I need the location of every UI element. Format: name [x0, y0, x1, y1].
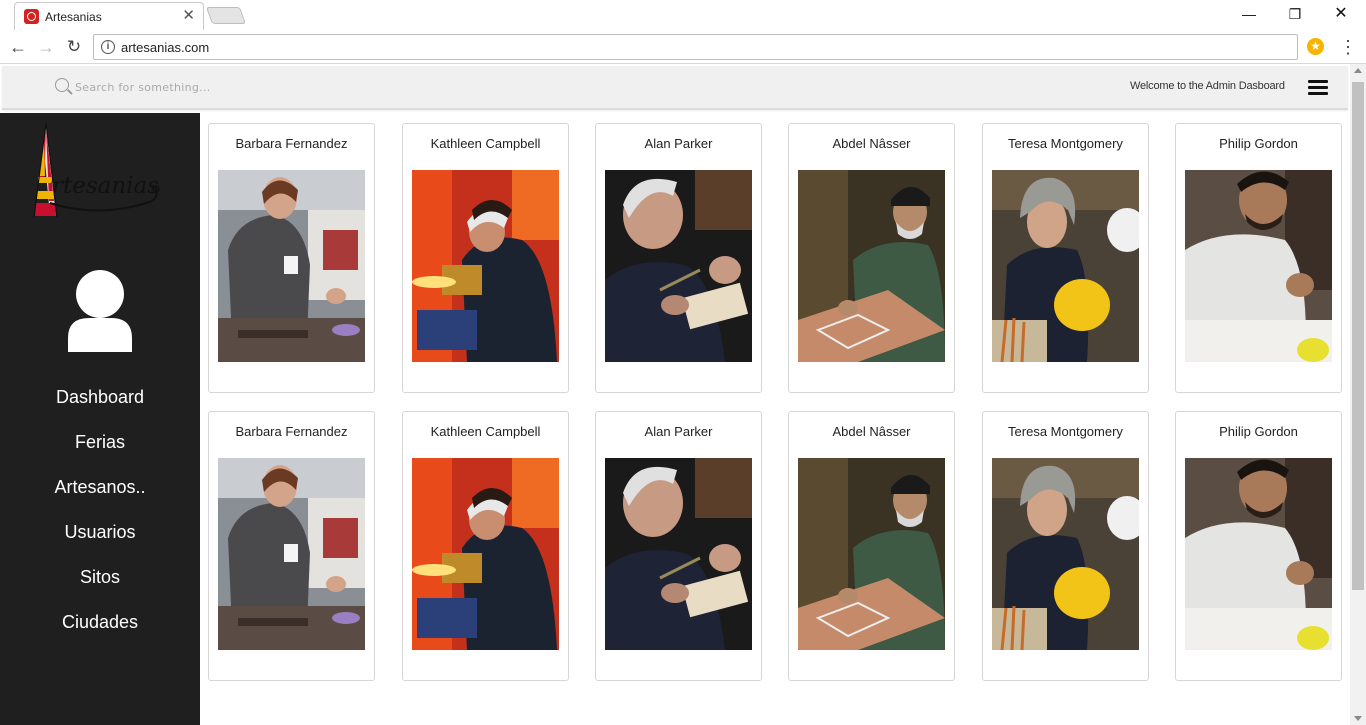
artisan-card[interactable]: Barbara Fernandez — [208, 123, 375, 393]
artisan-photo — [798, 458, 945, 650]
artisan-name: Barbara Fernandez — [235, 424, 348, 439]
artisan-name: Kathleen Campbell — [430, 136, 541, 151]
artisan-name: Alan Parker — [644, 136, 713, 151]
artisan-name: Alan Parker — [644, 424, 713, 439]
close-window-button[interactable]: ✕ — [1318, 4, 1364, 24]
artisan-photo — [218, 170, 365, 362]
tab-title: Artesanias — [45, 10, 102, 24]
artisan-name: Abdel Nâsser — [832, 424, 911, 439]
artisan-name: Teresa Montgomery — [1008, 424, 1123, 439]
artisan-grid: Barbara Fernandez Kathleen Campbell Alan… — [200, 113, 1350, 725]
scroll-up-arrow-icon[interactable] — [1354, 68, 1362, 73]
scroll-down-arrow-icon[interactable] — [1354, 716, 1362, 721]
artisan-photo — [1185, 458, 1332, 650]
artisan-card[interactable]: Teresa Montgomery — [982, 123, 1149, 393]
scrollbar-thumb[interactable] — [1352, 82, 1364, 590]
artisan-photo — [992, 458, 1139, 650]
user-avatar-icon — [68, 270, 132, 352]
star-extension-icon[interactable]: ★ — [1307, 38, 1324, 55]
artisan-photo — [412, 458, 559, 650]
artisan-name: Kathleen Campbell — [430, 424, 541, 439]
page-scrollbar[interactable] — [1350, 64, 1366, 725]
sidebar-item-usuarios[interactable]: Usuarios — [0, 518, 200, 563]
artisan-photo — [798, 170, 945, 362]
sidebar-nav: Dashboard Ferias Artesanos.. Usuarios Si… — [0, 383, 200, 653]
site-favicon-icon — [24, 9, 39, 24]
artisan-photo — [605, 458, 752, 650]
page: Welcome to the Admin Dasboard rtesanias … — [0, 64, 1350, 725]
sidebar: rtesanias Dashboard Ferias Artesanos.. U… — [0, 113, 200, 725]
sidebar-item-artesanos[interactable]: Artesanos.. — [0, 473, 200, 518]
artisan-photo — [412, 170, 559, 362]
new-tab-button[interactable] — [205, 7, 247, 24]
artisan-card[interactable]: Alan Parker — [595, 411, 762, 681]
sidebar-item-dashboard[interactable]: Dashboard — [0, 383, 200, 428]
artisan-card[interactable]: Abdel Nâsser — [788, 123, 955, 393]
browser-toolbar: ← → ↻ i artesanias.com ★ ⋮ — [0, 30, 1366, 64]
info-icon[interactable]: i — [101, 40, 115, 54]
artisan-card[interactable]: Philip Gordon — [1175, 123, 1342, 393]
artesanias-logo: rtesanias — [33, 122, 160, 218]
search-input[interactable] — [75, 78, 375, 96]
forward-arrow-icon[interactable]: → — [35, 36, 57, 58]
artisan-name: Abdel Nâsser — [832, 136, 911, 151]
artisan-name: Barbara Fernandez — [235, 136, 348, 151]
browser-tab-bar: Artesanias ✕ — ❐ ✕ — [0, 0, 1366, 30]
artisan-card[interactable]: Abdel Nâsser — [788, 411, 955, 681]
hamburger-menu-icon[interactable] — [1308, 79, 1328, 95]
artisan-name: Teresa Montgomery — [1008, 136, 1123, 151]
sidebar-item-sitos[interactable]: Sitos — [0, 563, 200, 608]
artisan-card[interactable]: Philip Gordon — [1175, 411, 1342, 681]
artisan-photo — [218, 458, 365, 650]
url-text[interactable]: artesanias.com — [121, 40, 209, 55]
restore-window-button[interactable]: ❐ — [1272, 4, 1318, 24]
sidebar-item-ciudades[interactable]: Ciudades — [0, 608, 200, 653]
artisan-card[interactable]: Alan Parker — [595, 123, 762, 393]
search-icon — [55, 78, 69, 92]
address-bar[interactable]: i artesanias.com — [93, 34, 1298, 60]
artisan-photo — [992, 170, 1139, 362]
admin-top-bar: Welcome to the Admin Dasboard — [2, 66, 1348, 110]
artisan-card[interactable]: Kathleen Campbell — [402, 123, 569, 393]
artisan-card[interactable]: Teresa Montgomery — [982, 411, 1149, 681]
sidebar-item-ferias[interactable]: Ferias — [0, 428, 200, 473]
artisan-name: Philip Gordon — [1219, 424, 1298, 439]
logo-text: rtesanias — [52, 173, 159, 199]
artisan-photo — [605, 170, 752, 362]
vertical-dots-icon[interactable]: ⋮ — [1338, 37, 1358, 57]
welcome-text: Welcome to the Admin Dasboard — [1130, 80, 1285, 92]
artisan-photo — [1185, 170, 1332, 362]
minimize-window-button[interactable]: — — [1226, 4, 1272, 24]
artisan-name: Philip Gordon — [1219, 136, 1298, 151]
reload-icon[interactable]: ↻ — [63, 36, 85, 58]
back-arrow-icon[interactable]: ← — [7, 36, 29, 58]
close-tab-icon[interactable]: ✕ — [182, 8, 195, 24]
artisan-card[interactable]: Barbara Fernandez — [208, 411, 375, 681]
artisan-card[interactable]: Kathleen Campbell — [402, 411, 569, 681]
browser-tab[interactable]: Artesanias ✕ — [14, 2, 204, 30]
